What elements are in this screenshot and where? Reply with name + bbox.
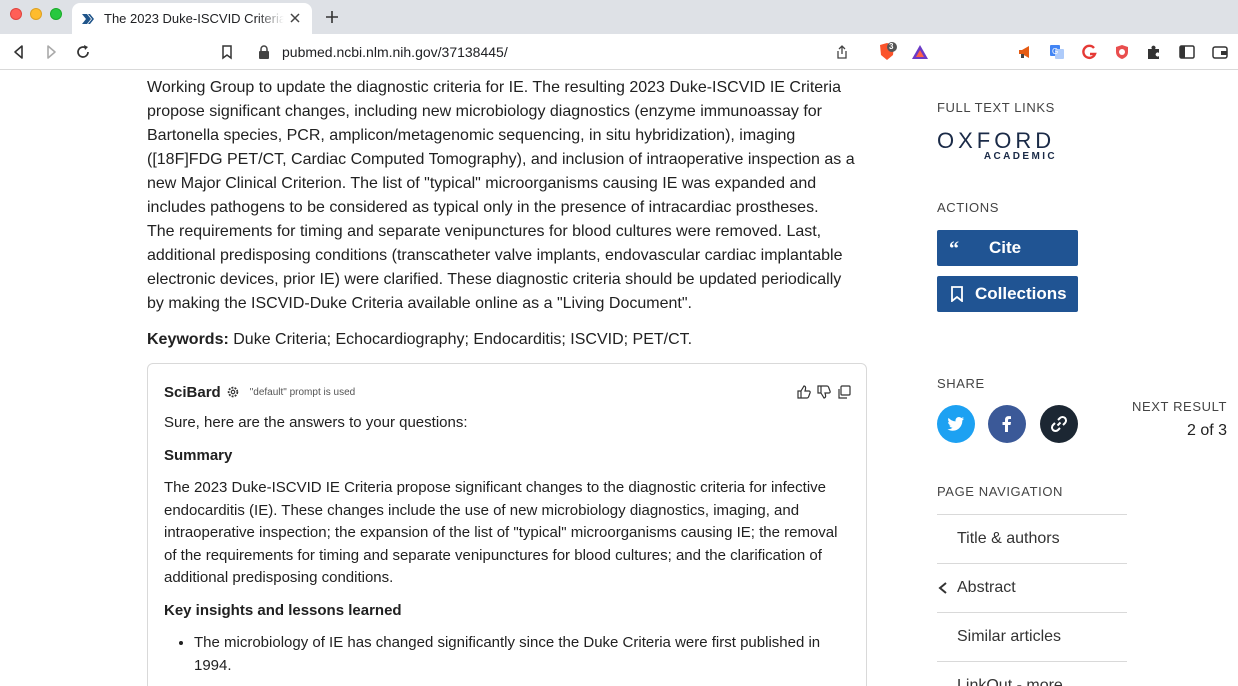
translate-extension-icon[interactable]: G (1048, 43, 1066, 61)
abstract-line: The requirements for timing and separate… (147, 223, 822, 240)
chevron-left-icon (938, 582, 947, 594)
copy-icon[interactable] (836, 384, 852, 400)
close-window-button[interactable] (10, 8, 22, 20)
full-text-links-label: FULL TEXT LINKS (937, 100, 1055, 115)
extensions-puzzle-icon[interactable] (1145, 43, 1163, 61)
browser-tab[interactable]: The 2023 Duke-ISCVID Criteria (72, 3, 312, 34)
prompt-note: "default" prompt is used (249, 386, 356, 398)
facebook-icon (1002, 416, 1011, 432)
browser-tabstrip: The 2023 Duke-ISCVID Criteria (0, 0, 1238, 34)
page-navigation-label: PAGE NAVIGATION (937, 484, 1064, 499)
back-icon[interactable] (10, 43, 28, 61)
pubmed-favicon-icon (82, 13, 94, 24)
brave-shields-icon[interactable]: 3 (876, 41, 898, 63)
grammar-extension-icon[interactable] (1081, 43, 1099, 61)
minimize-window-button[interactable] (30, 8, 42, 20)
tab-title: The 2023 Duke-ISCVID Criteria (104, 11, 284, 26)
abstract-line: includes pathogens to be considered as t… (147, 199, 819, 216)
abstract-line: by making the ISCVID-Duke Criteria avail… (147, 295, 692, 312)
insights-list: The microbiology of IE has changed signi… (164, 632, 850, 677)
summary-heading: Summary (164, 446, 233, 464)
insights-heading: Key insights and lessons learned (164, 601, 402, 619)
nav-item-abstract[interactable]: Abstract (937, 563, 1127, 612)
nav-item-title-authors[interactable]: Title & authors (937, 514, 1127, 563)
megaphone-extension-icon[interactable] (1016, 43, 1034, 61)
bookmark-icon[interactable] (218, 43, 236, 61)
cite-button[interactable]: “ Cite (937, 230, 1078, 266)
svg-text:“: “ (949, 240, 959, 256)
settings-gear-icon[interactable] (226, 385, 240, 399)
page-navigation: Title & authors Abstract Similar article… (937, 514, 1127, 686)
nav-item-label: Abstract (957, 579, 1016, 596)
copy-link-button[interactable] (1040, 405, 1078, 443)
twitter-share-button[interactable] (937, 405, 975, 443)
browser-toolbar: pubmed.ncbi.nlm.nih.gov/37138445/ 3 G (0, 34, 1238, 70)
maximize-window-button[interactable] (50, 8, 62, 20)
sidebar-toggle-icon[interactable] (1178, 43, 1196, 61)
nav-item-similar-articles[interactable]: Similar articles (937, 612, 1127, 661)
feedback-icons (796, 384, 852, 400)
thumbs-up-icon[interactable] (796, 384, 812, 400)
collections-label: Collections (975, 284, 1067, 303)
twitter-icon (947, 416, 964, 431)
brave-badge: 3 (889, 42, 894, 51)
abstract-text: Working Group to update the diagnostic c… (147, 76, 871, 316)
pubmed-page: Working Group to update the diagnostic c… (0, 70, 1238, 686)
scibard-header: SciBard "default" prompt is used (164, 380, 850, 404)
svg-text:G: G (1052, 47, 1058, 56)
abstract-line: additional predisposing conditions (tran… (147, 247, 843, 264)
abstract-line: propose significant changes, including n… (147, 103, 823, 120)
share-label: SHARE (937, 376, 985, 391)
keywords: Keywords: Duke Criteria; Echocardiograph… (147, 328, 692, 352)
reload-icon[interactable] (74, 43, 92, 61)
forward-icon[interactable] (42, 43, 60, 61)
nav-item-linkout[interactable]: LinkOut - more (937, 661, 1127, 686)
abstract-line: new Major Clinical Criterion. The list o… (147, 175, 817, 192)
collections-button[interactable]: Collections (937, 276, 1078, 312)
shield-extension-icon[interactable] (1113, 43, 1131, 61)
close-tab-icon[interactable] (288, 11, 302, 25)
new-tab-icon[interactable] (324, 9, 340, 25)
scibard-intro: Sure, here are the answers to your quest… (164, 414, 468, 431)
wallet-icon[interactable] (1211, 43, 1229, 61)
url-text: pubmed.ncbi.nlm.nih.gov/37138445/ (282, 44, 508, 60)
keywords-label: Keywords: (147, 331, 229, 348)
scibard-panel: SciBard "default" prompt is used Sure, h… (147, 363, 867, 686)
nav-item-label: Similar articles (957, 628, 1062, 645)
scibard-title: SciBard (164, 383, 221, 401)
abstract-line: electronic devices, prior IE) were clari… (147, 271, 842, 288)
nav-item-label: Title & authors (957, 530, 1060, 547)
list-item: The microbiology of IE has changed signi… (194, 632, 850, 677)
quote-icon: “ (949, 238, 965, 260)
share-page-icon[interactable] (834, 44, 850, 60)
abstract-line: Bartonella species, PCR, amplicon/metage… (147, 127, 796, 144)
lock-icon (259, 45, 269, 59)
address-bar[interactable]: pubmed.ncbi.nlm.nih.gov/37138445/ (248, 38, 860, 66)
next-result-link[interactable]: 2 of 3 (1187, 422, 1227, 440)
summary-text: The 2023 Duke-ISCVID IE Criteria propose… (164, 479, 838, 586)
abstract-line: ([18F]FDG PET/CT, Cardiac Computed Tomog… (147, 151, 855, 168)
nav-item-label: LinkOut - more (957, 677, 1063, 686)
oxford-academic-logo[interactable]: OXFORD ACADEMIC (937, 128, 1061, 162)
keywords-list: Duke Criteria; Echocardiography; Endocar… (228, 331, 693, 348)
abstract-line: Working Group to update the diagnostic c… (147, 79, 841, 96)
next-result-label: NEXT RESULT (1132, 399, 1227, 414)
bookmark-icon (949, 286, 965, 303)
actions-label: ACTIONS (937, 200, 999, 215)
cite-label: Cite (989, 238, 1022, 257)
thumbs-down-icon[interactable] (816, 384, 832, 400)
facebook-share-button[interactable] (988, 405, 1026, 443)
brave-rewards-icon[interactable] (911, 43, 929, 61)
link-icon (1050, 415, 1068, 433)
